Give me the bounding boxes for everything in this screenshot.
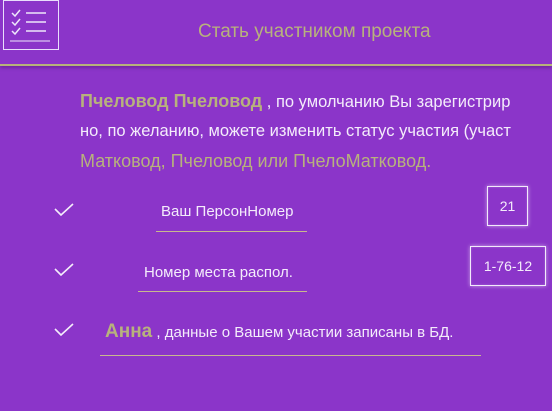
person-number-underline (156, 231, 307, 232)
intro-line-1-rest: , по умолчанию Вы зарегистрир (262, 93, 511, 111)
intro-text: Пчеловод Пчеловод , по умолчанию Вы заре… (80, 86, 552, 176)
place-number-badge[interactable]: 1-76-12 (470, 246, 546, 286)
app-header: Стать участником проекта (0, 0, 552, 66)
check-icon (54, 323, 74, 337)
menu-button[interactable] (3, 0, 59, 50)
intro-line-1: Пчеловод Пчеловод , по умолчанию Вы заре… (80, 86, 552, 116)
intro-line-2: но, по желанию, можете изменить статус у… (80, 122, 511, 140)
place-number-underline (138, 291, 307, 292)
person-number-badge[interactable]: 21 (487, 186, 528, 226)
person-number-label: Ваш ПерсонНомер (161, 203, 294, 220)
user-name: Пчеловод Пчеловод (80, 91, 263, 111)
status-text: , данные о Вашем участии записаны в БД. (152, 324, 454, 341)
checklist-icon (10, 9, 50, 42)
check-icon (54, 263, 74, 277)
place-number-label: Номер места распол. (144, 264, 293, 281)
status-line: Анна , данные о Вашем участии записаны в… (105, 321, 453, 343)
intro-line-3: Матковод, Пчеловод или ПчелоМатковод. (80, 151, 432, 171)
status-name: Анна (105, 321, 153, 342)
status-underline (100, 355, 481, 356)
check-icon (54, 203, 74, 217)
page-title: Стать участником проекта (198, 21, 431, 42)
